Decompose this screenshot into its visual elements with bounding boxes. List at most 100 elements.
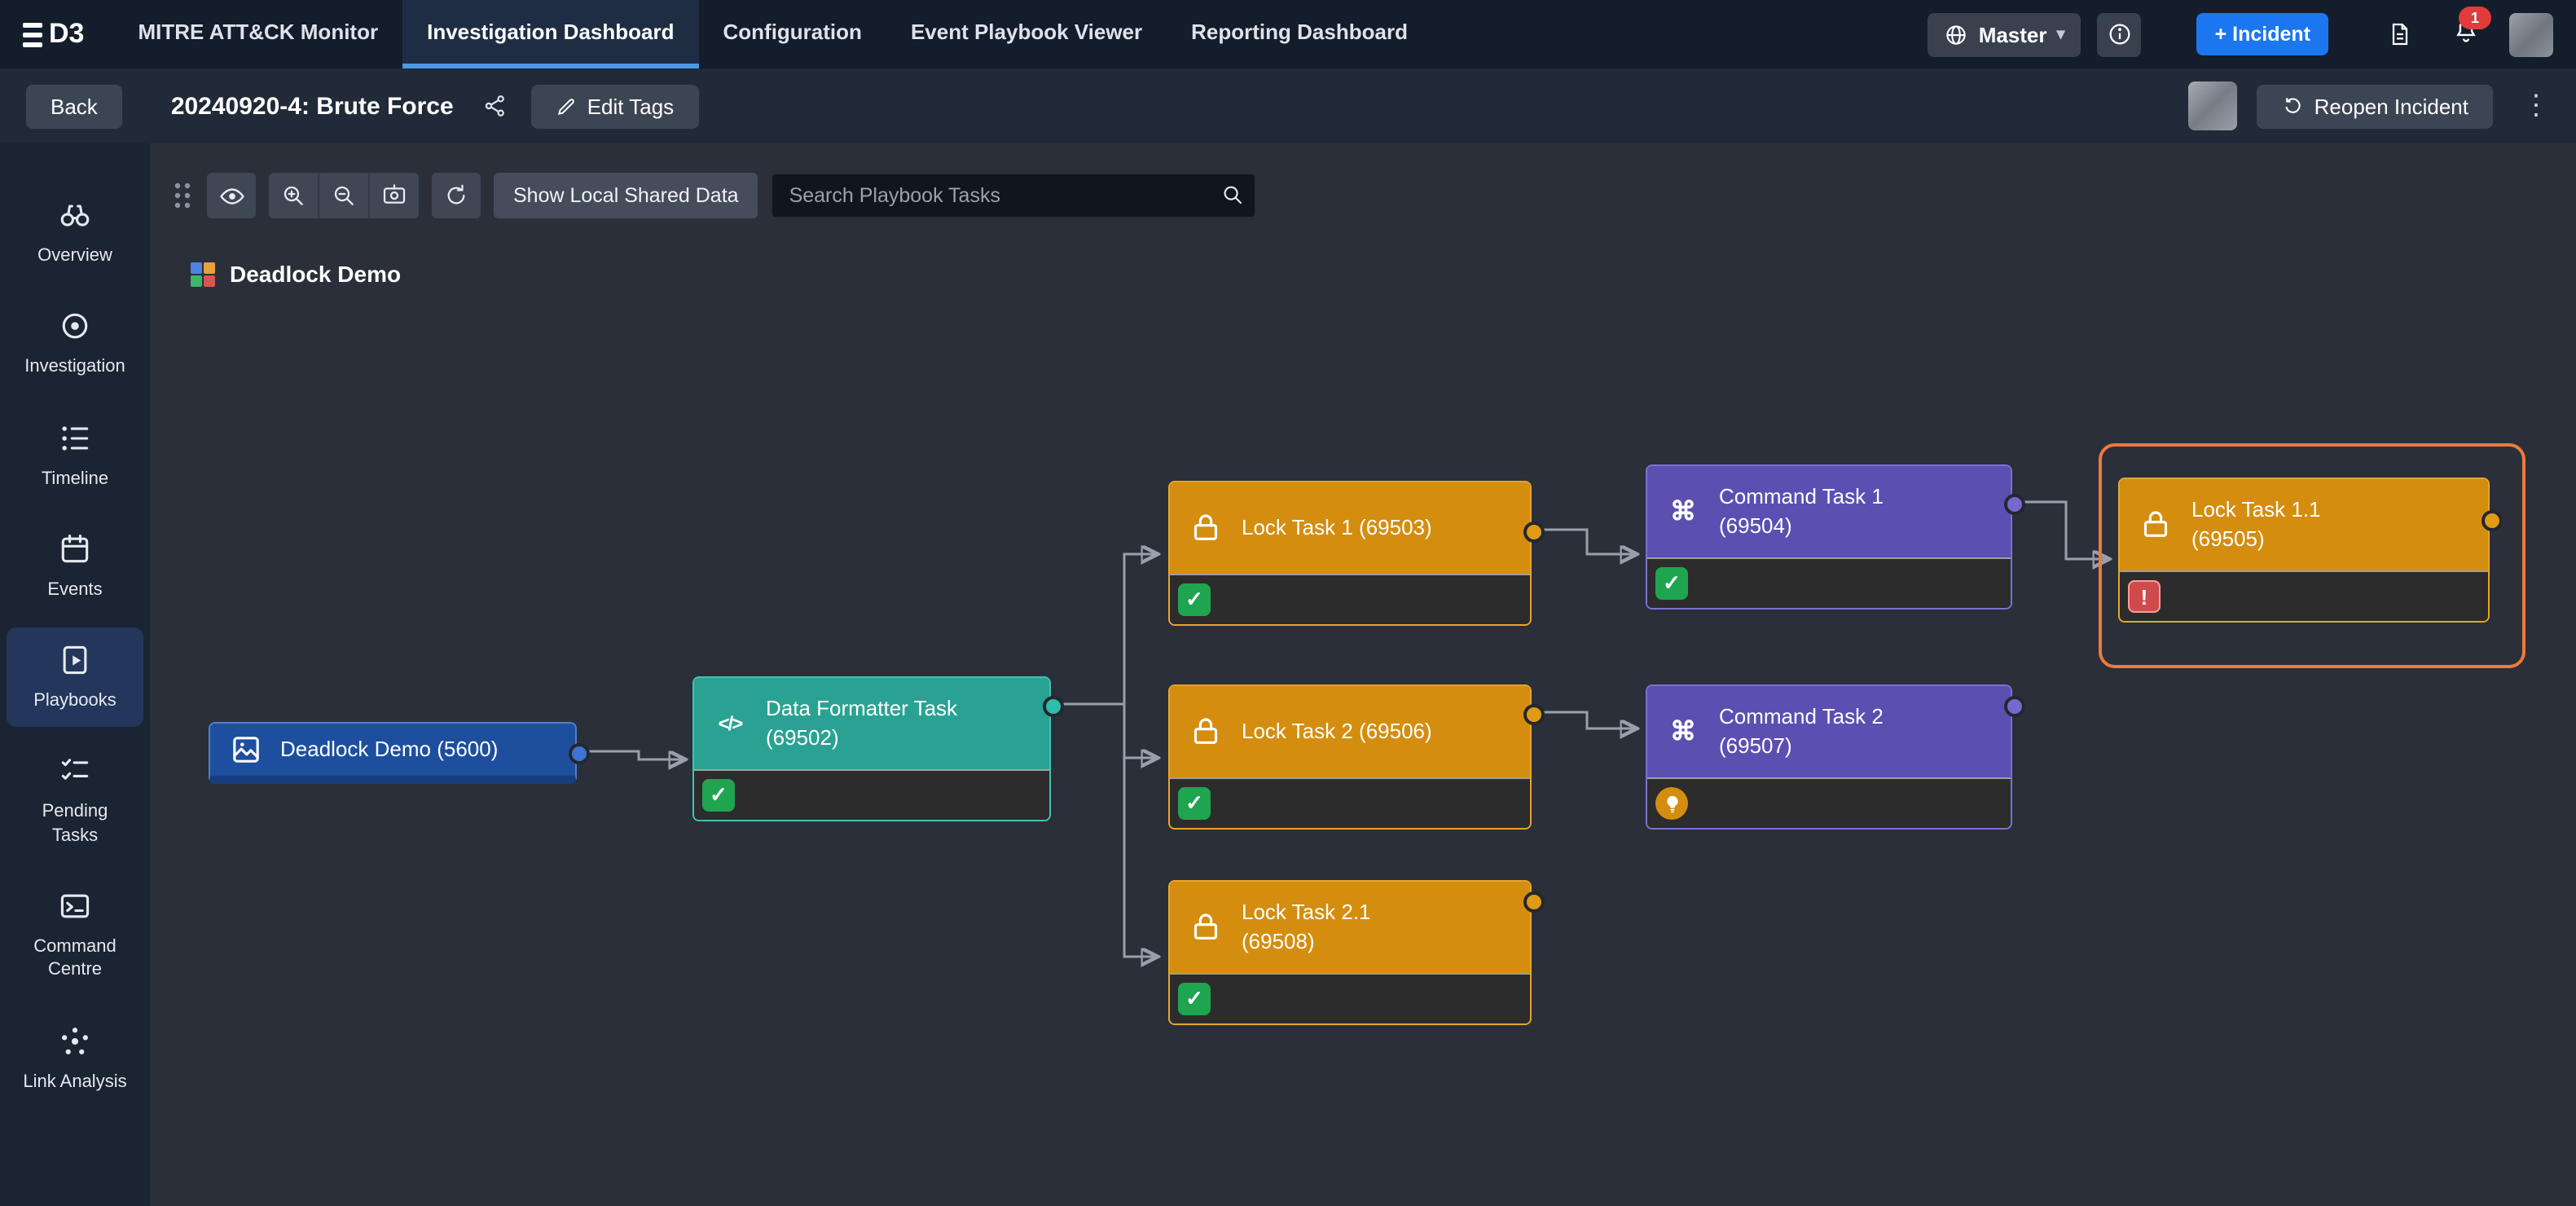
node-playbook-deadlock-demo[interactable]: Deadlock Demo (5600) bbox=[209, 722, 577, 784]
assignee-avatar[interactable] bbox=[2189, 81, 2238, 130]
checklist-icon bbox=[57, 754, 93, 790]
sidebar-item-playbooks[interactable]: Playbooks bbox=[7, 627, 143, 728]
sidebar-label: Link Analysis bbox=[23, 1070, 126, 1094]
notification-badge: 1 bbox=[2459, 7, 2491, 29]
master-site-selector[interactable]: Master ▾ bbox=[1928, 12, 2081, 56]
playbook-title-row: Deadlock Demo bbox=[191, 261, 401, 287]
sidebar-item-events[interactable]: Events bbox=[7, 517, 143, 617]
node-lock-task-2-1[interactable]: Lock Task 2.1 (69508) ✓ bbox=[1168, 880, 1532, 1025]
binoculars-icon bbox=[57, 197, 93, 233]
timeline-list-icon bbox=[57, 420, 93, 456]
playbook-task-search bbox=[771, 173, 1257, 218]
zoom-out-icon bbox=[331, 183, 357, 209]
output-port[interactable] bbox=[2004, 494, 2025, 515]
search-input[interactable] bbox=[771, 173, 1257, 218]
incident-title: 20240920-4: Brute Force bbox=[171, 92, 454, 120]
terminal-icon bbox=[57, 888, 93, 924]
refresh-button[interactable] bbox=[432, 173, 481, 218]
edit-tags-button[interactable]: Edit Tags bbox=[532, 84, 699, 128]
search-icon[interactable] bbox=[1221, 183, 1246, 215]
eye-icon bbox=[218, 182, 245, 209]
node-label: Deadlock Demo (5600) bbox=[280, 735, 498, 764]
fit-view-icon bbox=[381, 183, 407, 209]
node-label: Lock Task 2 (69506) bbox=[1242, 717, 1432, 746]
output-port[interactable] bbox=[1523, 522, 1545, 543]
playbook-canvas[interactable]: Show Local Shared Data Deadlock Demo bbox=[150, 143, 2576, 1206]
drag-handle-icon[interactable] bbox=[171, 179, 194, 212]
output-port[interactable] bbox=[1043, 696, 1064, 717]
tab-mitre-attck-monitor[interactable]: MITRE ATT&CK Monitor bbox=[113, 0, 402, 68]
lock-icon bbox=[1186, 911, 1225, 944]
incident-header-right: Reopen Incident ⋮ bbox=[2189, 81, 2560, 130]
node-header: Lock Task 1 (69503) bbox=[1170, 482, 1530, 574]
back-button[interactable]: Back bbox=[26, 84, 122, 128]
toggle-visibility-button[interactable] bbox=[207, 173, 256, 218]
node-status-bar: ✓ bbox=[694, 769, 1049, 820]
node-command-task-1[interactable]: ⌘ Command Task 1 (69504) ✓ bbox=[1646, 464, 2012, 610]
output-port[interactable] bbox=[2004, 696, 2025, 717]
node-status-bar: ✓ bbox=[1170, 973, 1530, 1023]
notifications-button[interactable]: 1 bbox=[2452, 16, 2480, 52]
show-local-shared-data-button[interactable]: Show Local Shared Data bbox=[494, 173, 758, 218]
success-status-icon: ✓ bbox=[1178, 583, 1211, 616]
node-label: Lock Task 1.1 (69505) bbox=[2191, 496, 2384, 553]
document-button[interactable] bbox=[2387, 20, 2413, 49]
success-status-icon: ✓ bbox=[702, 779, 735, 812]
tab-configuration[interactable]: Configuration bbox=[699, 0, 886, 68]
output-port[interactable] bbox=[569, 743, 590, 764]
node-label: Lock Task 2.1 (69508) bbox=[1242, 899, 1434, 956]
user-avatar[interactable] bbox=[2509, 12, 2553, 56]
share-button[interactable] bbox=[483, 93, 509, 119]
node-lock-task-1[interactable]: Lock Task 1 (69503) ✓ bbox=[1168, 481, 1532, 626]
zoom-in-button[interactable] bbox=[269, 173, 319, 218]
master-label: Master bbox=[1979, 22, 2047, 46]
zoom-out-button[interactable] bbox=[319, 173, 370, 218]
node-header: Lock Task 2.1 (69508) bbox=[1170, 882, 1530, 973]
command-icon: ⌘ bbox=[1664, 715, 1703, 748]
output-port[interactable] bbox=[1523, 704, 1545, 725]
sidebar-item-timeline[interactable]: Timeline bbox=[7, 405, 143, 505]
node-lock-task-1-1[interactable]: Lock Task 1.1 (69505) ! bbox=[2118, 478, 2490, 623]
output-port[interactable] bbox=[1523, 891, 1545, 913]
navbar-right: Master ▾ + Incident 1 bbox=[1928, 12, 2553, 56]
command-icon: ⌘ bbox=[1664, 495, 1703, 528]
info-button[interactable] bbox=[2098, 12, 2142, 56]
output-port[interactable] bbox=[2481, 510, 2503, 531]
tab-investigation-dashboard[interactable]: Investigation Dashboard bbox=[402, 0, 698, 68]
tab-event-playbook-viewer[interactable]: Event Playbook Viewer bbox=[886, 0, 1167, 68]
sidebar-item-investigation[interactable]: Investigation bbox=[7, 294, 143, 394]
zoom-in-icon bbox=[280, 183, 306, 209]
node-status-bar: ! bbox=[2120, 570, 2488, 621]
sidebar-item-overview[interactable]: Overview bbox=[7, 183, 143, 283]
node-header: ⌘ Command Task 2 (69507) bbox=[1647, 686, 2011, 777]
node-header: ⌘ Command Task 1 (69504) bbox=[1647, 466, 2011, 557]
node-command-task-2[interactable]: ⌘ Command Task 2 (69507) bbox=[1646, 684, 2012, 830]
image-icon bbox=[226, 733, 266, 766]
fit-view-button[interactable] bbox=[370, 173, 419, 218]
sidebar-label: Playbooks bbox=[33, 689, 116, 713]
app-root: D3 MITRE ATT&CK Monitor Investigation Da… bbox=[0, 0, 2576, 1206]
node-data-formatter-task[interactable]: </> Data Formatter Task (69502) ✓ bbox=[692, 676, 1051, 821]
node-label: Lock Task 1 (69503) bbox=[1242, 513, 1432, 542]
more-options-button[interactable]: ⋮ bbox=[2512, 90, 2560, 122]
playbook-title: Deadlock Demo bbox=[230, 261, 401, 287]
sidebar-item-link-analysis[interactable]: Link Analysis bbox=[7, 1008, 143, 1108]
node-header: Lock Task 2 (69506) bbox=[1170, 686, 1530, 777]
pencil-icon bbox=[556, 95, 578, 117]
playbook-edges bbox=[150, 143, 2576, 1206]
edit-tags-label: Edit Tags bbox=[587, 94, 675, 118]
d3-logo: D3 bbox=[23, 18, 84, 51]
tab-reporting-dashboard[interactable]: Reporting Dashboard bbox=[1167, 0, 1432, 68]
canvas-toolbar: Show Local Shared Data bbox=[171, 173, 1257, 218]
sidebar-item-command-centre[interactable]: Command Centre bbox=[7, 874, 143, 997]
reopen-incident-button[interactable]: Reopen Incident bbox=[2257, 84, 2493, 128]
success-status-icon: ✓ bbox=[1178, 787, 1211, 820]
add-incident-button[interactable]: + Incident bbox=[2197, 13, 2328, 55]
node-lock-task-2[interactable]: Lock Task 2 (69506) ✓ bbox=[1168, 684, 1532, 830]
sidebar-label: Overview bbox=[37, 244, 112, 268]
node-label: Command Task 2 (69507) bbox=[1719, 703, 1911, 760]
node-status-bar: ✓ bbox=[1170, 777, 1530, 828]
top-navbar: D3 MITRE ATT&CK Monitor Investigation Da… bbox=[0, 0, 2576, 68]
sidebar-item-pending-tasks[interactable]: Pending Tasks bbox=[7, 739, 143, 862]
node-header: Lock Task 1.1 (69505) bbox=[2120, 479, 2488, 570]
